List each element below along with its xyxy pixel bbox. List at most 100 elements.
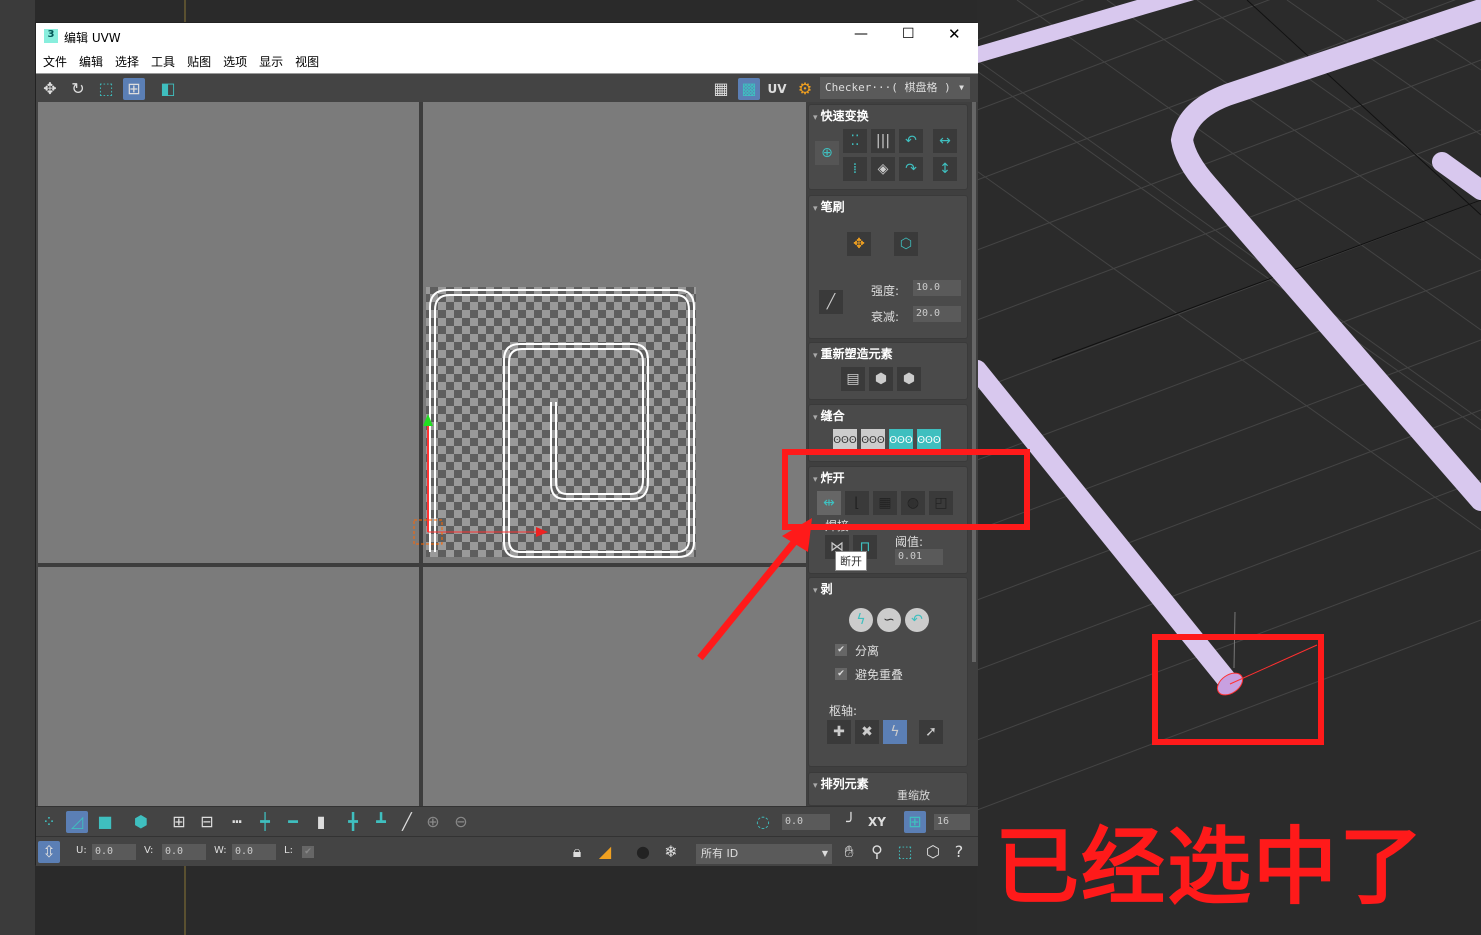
shrink-ring-icon[interactable]: ┻ xyxy=(370,811,392,833)
freeze-icon[interactable]: ❄ xyxy=(660,841,682,863)
auto-pin-icon[interactable]: ϟ xyxy=(883,720,907,744)
uv-mesh[interactable] xyxy=(38,102,806,806)
element-mode-icon[interactable]: ⬢ xyxy=(130,811,152,833)
align-vertical-icon[interactable]: ||| xyxy=(871,129,895,153)
freeform-icon[interactable]: ⊞ xyxy=(123,78,145,100)
edge-ring-icon[interactable]: ▮ xyxy=(310,811,332,833)
lock-icon[interactable]: 🔒︎ xyxy=(566,841,588,863)
falloff-spinner[interactable]: 20.0 xyxy=(913,306,961,322)
xy-toggle[interactable]: XY xyxy=(866,811,888,833)
stitch-average-icon[interactable]: ʘʘʘ xyxy=(917,429,941,453)
stitch-target-icon[interactable]: ʘʘʘ xyxy=(889,429,913,453)
shrink-selection-icon[interactable]: ⊟ xyxy=(196,811,218,833)
grow-loop-icon[interactable]: ┿ xyxy=(254,811,276,833)
paint-grow-icon[interactable]: ⊕ xyxy=(422,811,444,833)
rollout-title[interactable]: 炸开 xyxy=(813,469,845,486)
move-icon[interactable]: ✥ xyxy=(39,78,61,100)
zoom-region-icon[interactable]: ⬚ xyxy=(894,841,916,863)
menu-edit[interactable]: 编辑 xyxy=(79,51,103,73)
w-spinner[interactable]: 0.0 xyxy=(232,844,276,860)
scale-icon[interactable]: ⬚ xyxy=(95,78,117,100)
pivot-icon[interactable]: ⊕ xyxy=(815,141,839,165)
lock-l-checkbox[interactable]: ✔ xyxy=(302,846,314,858)
v-spinner[interactable]: 0.0 xyxy=(162,844,206,860)
menu-view[interactable]: 视图 xyxy=(295,51,319,73)
texture-dropdown[interactable]: Checker···( 棋盘格 ) ▼ xyxy=(820,77,970,99)
paint-move-icon[interactable]: ✥ xyxy=(847,232,871,256)
grid-value-spinner[interactable]: 16 xyxy=(934,814,970,830)
curve-icon[interactable]: ╯ xyxy=(840,811,862,833)
map-settings-icon[interactable]: ⚙ xyxy=(794,78,816,100)
brush-falloff-icon[interactable]: ╱ xyxy=(819,290,843,314)
menu-file[interactable]: 文件 xyxy=(43,51,67,73)
zoom-extents-icon[interactable]: ⬡ xyxy=(922,841,944,863)
threshold-spinner[interactable]: 0.01 xyxy=(895,549,943,565)
menu-display[interactable]: 显示 xyxy=(259,51,283,73)
vertex-mode-icon[interactable]: ⁘ xyxy=(38,811,60,833)
close-button[interactable]: ✕ xyxy=(948,25,961,43)
soft-selection-icon[interactable]: ◢ xyxy=(594,841,616,863)
grid-snap-icon[interactable]: ⊞ xyxy=(904,811,926,833)
rotate-value-spinner[interactable]: 0.0 xyxy=(782,814,830,830)
show-map-icon[interactable]: ▩ xyxy=(738,78,760,100)
space-horizontal-icon[interactable]: ↔ xyxy=(933,129,957,153)
pan-icon[interactable]: ✋︎ xyxy=(838,841,860,863)
shrink-loop-icon[interactable]: ━ xyxy=(282,811,304,833)
paint-select-icon[interactable]: ╱ xyxy=(396,811,418,833)
align-linear-icon[interactable]: ⁞ xyxy=(843,157,867,181)
help-icon[interactable]: ? xyxy=(948,841,970,863)
rotate-icon[interactable]: ↻ xyxy=(67,78,89,100)
strength-spinner[interactable]: 10.0 xyxy=(913,280,961,296)
rollout-title[interactable]: 快速变换 xyxy=(813,107,869,124)
polygon-mode-icon[interactable]: ■ xyxy=(94,811,116,833)
stitch-source-icon[interactable]: ʘʘʘ xyxy=(861,429,885,453)
menu-select[interactable]: 选择 xyxy=(115,51,139,73)
paint-shrink-icon[interactable]: ⊖ xyxy=(450,811,472,833)
rotate-cw-icon[interactable]: ↷ xyxy=(899,157,923,181)
material-id-dropdown[interactable]: 所有 ID ▼ xyxy=(696,844,832,864)
u-spinner[interactable]: 0.0 xyxy=(92,844,136,860)
peel-mode-icon[interactable]: ∽ xyxy=(877,608,901,632)
menu-options[interactable]: 选项 xyxy=(223,51,247,73)
avoid-overlap-checkbox[interactable]: ✔ xyxy=(835,668,847,680)
rollout-title[interactable]: 笔刷 xyxy=(813,198,845,215)
select-pins-icon[interactable]: ➚ xyxy=(919,720,943,744)
space-vertical-icon[interactable]: ↕ xyxy=(933,157,957,181)
unpin-icon[interactable]: ✖ xyxy=(855,720,879,744)
rollout-title[interactable]: 缝合 xyxy=(813,407,845,424)
minimize-button[interactable]: — xyxy=(854,26,868,42)
grow-selection-icon[interactable]: ⊞ xyxy=(168,811,190,833)
quick-peel-icon[interactable]: ϟ xyxy=(849,608,873,632)
zoom-icon[interactable]: ⚲ xyxy=(866,841,888,863)
rollout-title[interactable]: 剥 xyxy=(813,580,833,597)
reset-peel-icon[interactable]: ↶ xyxy=(905,608,929,632)
maximize-button[interactable]: ☐ xyxy=(902,26,915,42)
relax-until-flat-icon[interactable]: ⬢ xyxy=(869,367,893,391)
flatten-by-polygon-angle-icon[interactable]: ⌊ xyxy=(845,491,869,515)
edge-loop-icon[interactable]: ┅ xyxy=(226,811,248,833)
hide-icon[interactable]: ● xyxy=(632,841,654,863)
relax-brush-icon[interactable]: ⬡ xyxy=(894,232,918,256)
straighten-icon[interactable]: ◈ xyxy=(871,157,895,181)
menu-mapping[interactable]: 贴图 xyxy=(187,51,211,73)
edge-mode-icon[interactable]: ◿ xyxy=(66,811,88,833)
rollout-title[interactable]: 排列元素 xyxy=(813,775,869,792)
rollout-title[interactable]: 重新塑造元素 xyxy=(813,345,893,362)
3d-viewport[interactable] xyxy=(977,0,1481,935)
flatten-by-material-id-icon[interactable]: ◍ xyxy=(901,491,925,515)
align-horizontal-icon[interactable]: ⁚⁚ xyxy=(843,129,867,153)
pin-icon[interactable]: ✚ xyxy=(827,720,851,744)
rotate-ccw-icon[interactable]: ↶ xyxy=(899,129,923,153)
menu-tools[interactable]: 工具 xyxy=(151,51,175,73)
rotate-snap-icon[interactable]: ◌ xyxy=(752,811,774,833)
detach-checkbox[interactable]: ✔ xyxy=(835,644,847,656)
uv-channel-button[interactable]: UV xyxy=(766,78,788,100)
checker-toggle-icon[interactable]: ▦ xyxy=(710,78,732,100)
panel-scrollbar[interactable] xyxy=(972,102,976,662)
break-icon[interactable]: ⇹ xyxy=(817,491,841,515)
flatten-icon[interactable]: ◰ xyxy=(929,491,953,515)
relax-icon[interactable]: ⬢ xyxy=(897,367,921,391)
stitch-custom-icon[interactable]: ʘʘʘ xyxy=(833,429,857,453)
absolute-offset-icon[interactable]: ⇳ xyxy=(38,841,60,863)
grow-ring-icon[interactable]: ╋ xyxy=(342,811,364,833)
